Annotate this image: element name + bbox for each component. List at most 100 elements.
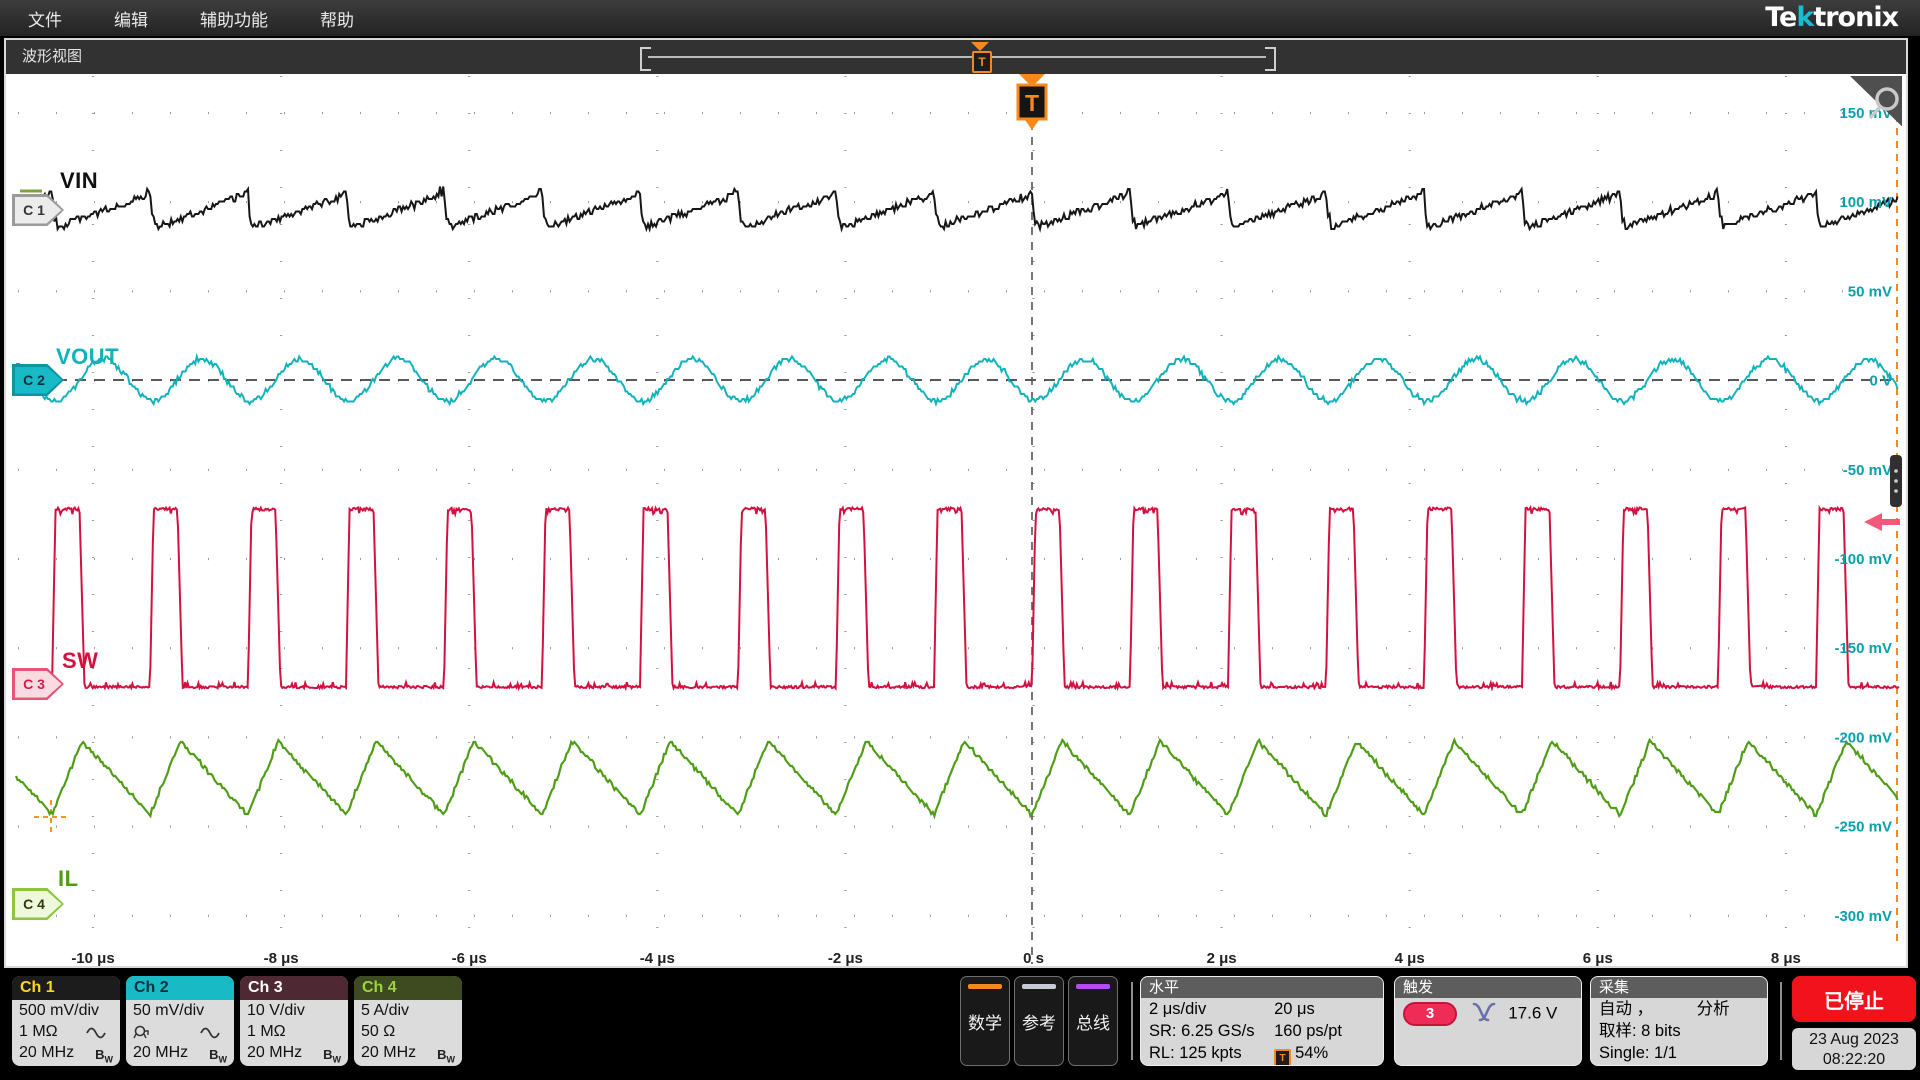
bandwidth-limit-icon: BW	[95, 1044, 113, 1066]
ch2-name: Ch 2	[126, 976, 234, 1000]
ch1-name: Ch 1	[12, 976, 120, 1000]
y-tick-label: -150 mV	[1834, 640, 1892, 657]
x-tick-label: -8 μs	[264, 950, 299, 966]
minimap-track[interactable]	[648, 56, 1266, 58]
y-tick-label: 100 mV	[1839, 194, 1892, 211]
acq-single: Single: 1/1	[1591, 1042, 1767, 1064]
menu-bar: 文件 编辑 辅助功能 帮助 Tektronix	[0, 0, 1920, 36]
ch2-probe	[126, 1021, 234, 1042]
trigger-source-badge: 3	[1403, 1002, 1457, 1026]
bandwidth-limit-icon: BW	[209, 1044, 227, 1066]
ch3-name: Ch 3	[240, 976, 348, 1000]
label-sw: SW	[62, 648, 98, 674]
minimap-right-bracket[interactable]	[1265, 47, 1276, 71]
time: 08:22:20	[1792, 1050, 1916, 1070]
ch4-badge[interactable]: Ch 4 5 A/div 50 Ω 20 MHz BW	[354, 976, 462, 1066]
label-vin: VIN	[60, 168, 98, 194]
x-tick-label: -10 μs	[71, 950, 114, 966]
sample-rate: SR: 6.25 GS/s	[1149, 1022, 1254, 1040]
menu-edit[interactable]: 编辑	[114, 6, 148, 31]
waveform-ch3-sw	[16, 508, 1899, 689]
separator	[1131, 982, 1133, 1060]
horizontal-panel[interactable]: 水平 2 μs/div 20 μs SR: 6.25 GS/s 160 ps/p…	[1140, 976, 1384, 1066]
ch1-bandwidth: 20 MHz BW	[12, 1042, 120, 1063]
minimap-trigger-arrow-icon[interactable]	[971, 42, 989, 51]
acquisition-title: 采集	[1591, 977, 1767, 998]
resolution: 160 ps/pt	[1274, 1020, 1342, 1042]
waveform-view-panel: 波形视图 T -10 μs -8 μs -6 μs -4 μs -2 μs 0 s 2 μs…	[4, 38, 1908, 968]
drawer-handle-dot-icon	[1894, 479, 1898, 483]
y-tick-label: 50 mV	[1848, 283, 1892, 300]
ch1-scale: 500 mV/div	[12, 1000, 120, 1021]
ch4-name: Ch 4	[354, 976, 462, 1000]
y-tick-label: -250 mV	[1834, 819, 1892, 836]
y-tick-label: 0 V	[1869, 373, 1892, 390]
ref-color-bar	[1022, 984, 1056, 989]
trigger-level-arrow-icon[interactable]	[1864, 513, 1900, 531]
acq-sample: 取样: 8 bits	[1591, 1020, 1767, 1042]
waveform-ch4-il	[16, 740, 1898, 816]
ch3-scale: 10 V/div	[240, 1000, 348, 1021]
trigger-panel[interactable]: 触发 3 17.6 V	[1394, 976, 1582, 1066]
y-tick-label: -200 mV	[1834, 729, 1892, 746]
waveform-view-titlebar: 波形视图 T	[6, 40, 1906, 74]
ch2-badge[interactable]: Ch 2 50 mV/div 20 MHz BW	[126, 976, 234, 1066]
ch3-badge[interactable]: Ch 3 10 V/div 1 MΩ 20 MHz BW	[240, 976, 348, 1066]
waveform-view-title: 波形视图	[22, 40, 82, 74]
minimap-left-bracket[interactable]	[640, 47, 651, 71]
ch3-bandwidth: 20 MHz BW	[240, 1042, 348, 1063]
x-tick-label: 2 μs	[1207, 950, 1237, 966]
ch1-badge[interactable]: Ch 1 500 mV/div 1 MΩ 20 MHz BW	[12, 976, 120, 1066]
run-stop-button[interactable]: 已停止	[1792, 976, 1916, 1022]
ch4-impedance: 50 Ω	[354, 1021, 462, 1042]
x-tick-label: 0 s	[1023, 950, 1044, 966]
horizontal-duration: 20 μs	[1274, 998, 1315, 1020]
drawer-handle-dot-icon	[1894, 489, 1898, 493]
ac-coupling-icon	[200, 1027, 220, 1039]
ac-coupling-icon	[86, 1027, 106, 1039]
graticule: -10 μs -8 μs -6 μs -4 μs -2 μs 0 s 2 μs 4 μs 6 μ…	[6, 74, 1902, 966]
y-tick-label: -50 mV	[1843, 462, 1892, 479]
date: 23 Aug 2023	[1792, 1030, 1916, 1050]
datetime-display[interactable]: 23 Aug 2023 08:22:20	[1792, 1028, 1916, 1070]
tektronix-logo: Tektronix	[1765, 2, 1898, 33]
ch4-ground-marker-icon[interactable]	[34, 800, 68, 834]
ch2-bandwidth: 20 MHz BW	[126, 1042, 234, 1063]
bus-button[interactable]: 总线	[1068, 976, 1118, 1066]
bandwidth-limit-icon: BW	[437, 1044, 455, 1066]
menu-file[interactable]: 文件	[28, 6, 62, 31]
record-length: RL: 125 kpts	[1149, 1044, 1242, 1062]
x-tick-label: -4 μs	[640, 950, 675, 966]
ch2-scale: 50 mV/div	[126, 1000, 234, 1021]
edge-trigger-icon	[1472, 1002, 1496, 1022]
math-button[interactable]: 数学	[960, 976, 1010, 1066]
waveform-ch1-vin	[16, 187, 1898, 230]
x-tick-label: 6 μs	[1583, 950, 1613, 966]
ref-button[interactable]: 参考	[1014, 976, 1064, 1066]
trigger-title: 触发	[1395, 977, 1581, 998]
trigger-marker-tip-icon	[1025, 120, 1039, 130]
y-tick-label: -100 mV	[1834, 551, 1892, 568]
ch4-scale: 5 A/div	[354, 1000, 462, 1021]
ch1-impedance: 1 MΩ	[12, 1021, 120, 1042]
menu-help[interactable]: 帮助	[320, 6, 354, 31]
x-tick-label: 4 μs	[1395, 950, 1425, 966]
ch4-bandwidth: 20 MHz BW	[354, 1042, 462, 1063]
ch3-impedance: 1 MΩ	[240, 1021, 348, 1042]
trigger-position-icon: T	[1274, 1049, 1291, 1066]
x-tick-label: 8 μs	[1771, 950, 1801, 966]
horizontal-scale: 2 μs/div	[1149, 1000, 1206, 1018]
acq-analysis: 分析	[1697, 998, 1730, 1020]
x-tick-label: -6 μs	[452, 950, 487, 966]
acquisition-panel[interactable]: 采集 自动 ， 分析 取样: 8 bits Single: 1/1	[1590, 976, 1768, 1066]
minimap-trigger-t-icon[interactable]: T	[972, 51, 992, 73]
trigger-position: 54%	[1295, 1044, 1328, 1062]
label-vout: VOUT	[56, 344, 119, 370]
probe-icon	[133, 1025, 151, 1039]
separator	[1780, 982, 1782, 1060]
drawer-handle-dot-icon	[1894, 469, 1898, 473]
menu-utility[interactable]: 辅助功能	[200, 6, 268, 31]
math-color-bar	[968, 984, 1002, 989]
acq-mode: 自动 ，	[1599, 1000, 1653, 1018]
x-tick-label: -2 μs	[828, 950, 863, 966]
